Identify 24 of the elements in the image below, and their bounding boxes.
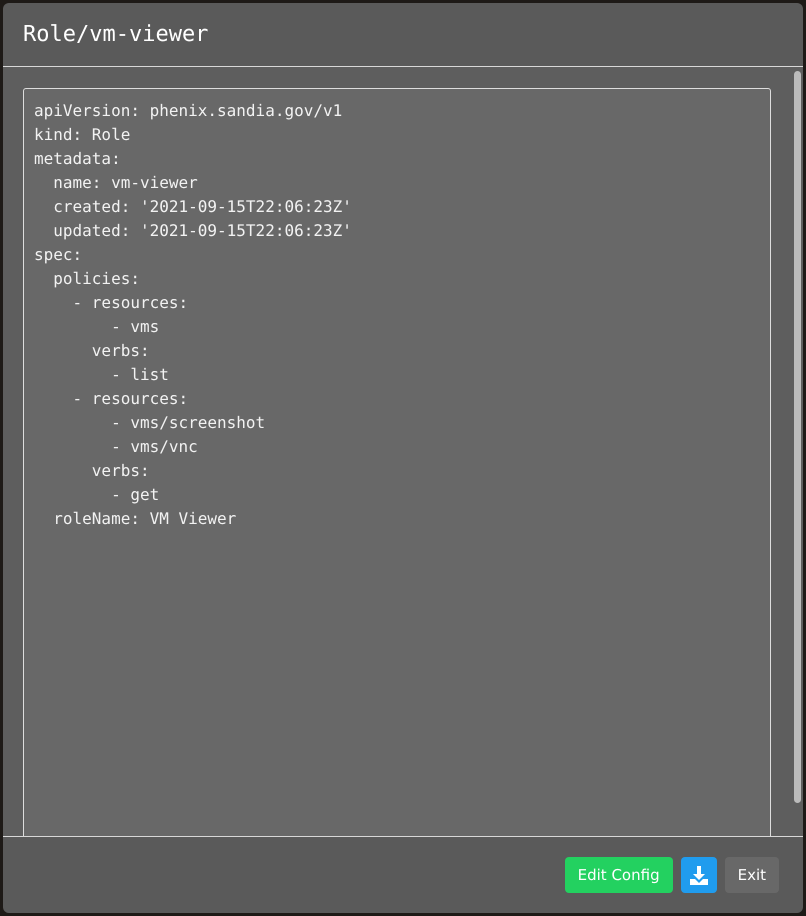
code-line: created: '2021-09-15T22:06:23Z' [52,196,353,218]
code-line: - vms [110,316,160,338]
download-icon [688,864,710,886]
code-line: name: vm-viewer [52,172,199,194]
download-button[interactable] [680,857,717,893]
code-line: - resources: [72,388,190,410]
code-line: verbs: [90,460,151,482]
code-line: roleName: VM Viewer [52,508,238,530]
code-line: verbs: [90,340,151,362]
code-line: kind: Role [34,124,132,146]
config-editor[interactable] [23,88,771,836]
dialog-title: Role/vm-viewer [23,22,208,47]
scrollbar[interactable] [794,71,801,803]
code-line: updated: '2021-09-15T22:06:23Z' [52,220,353,242]
code-line: policies: [52,268,141,290]
code-line: - list [110,364,170,386]
code-line: metadata: [34,148,122,170]
code-line: - resources: [72,292,190,314]
code-line: - get [110,484,160,506]
code-line: - vms/screenshot [110,412,266,434]
code-line: spec: [34,244,84,266]
exit-button[interactable]: Exit [724,857,779,893]
code-line: apiVersion: phenix.sandia.gov/v1 [34,100,344,122]
code-line: - vms/vnc [110,436,199,458]
